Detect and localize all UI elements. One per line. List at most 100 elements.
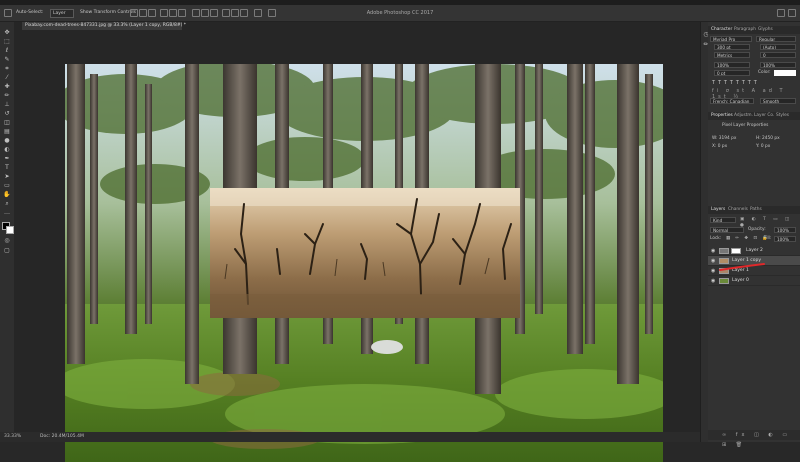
- quick-mask-icon[interactable]: ◎: [3, 238, 11, 244]
- type-tool-icon[interactable]: T: [3, 165, 11, 171]
- search-icon[interactable]: [777, 9, 785, 17]
- tab-paragraph[interactable]: Paragraph: [734, 26, 756, 34]
- blur-tool-icon[interactable]: ●: [3, 138, 11, 144]
- tracking-field[interactable]: 0: [760, 52, 796, 58]
- layer-row[interactable]: ◉ Layer 2: [708, 246, 800, 256]
- eye-icon[interactable]: ◉: [711, 268, 715, 274]
- vertical-scale-field[interactable]: 100%: [714, 62, 750, 68]
- dodge-tool-icon[interactable]: ◐: [3, 147, 11, 153]
- screen-mode-icon[interactable]: ▢: [3, 248, 11, 254]
- font-style-select[interactable]: Regular: [756, 36, 796, 42]
- tab-properties[interactable]: Properties: [711, 112, 733, 120]
- shape-tool-icon[interactable]: ▭: [3, 183, 11, 189]
- antialias-select[interactable]: Smooth: [760, 98, 796, 104]
- zoom-tool-icon[interactable]: ⌕: [3, 201, 11, 207]
- opentype-buttons[interactable]: fi σ st A ad T 1st ½: [712, 88, 796, 100]
- move-tool-icon[interactable]: ✥: [3, 30, 11, 36]
- layer-mask-thumbnail[interactable]: [731, 248, 741, 254]
- language-select[interactable]: French: Canadian: [710, 98, 754, 104]
- prop-y[interactable]: Y: 0 px: [756, 144, 770, 150]
- kerning-field[interactable]: Metrics: [714, 52, 750, 58]
- tab-layer-comps[interactable]: Layer Co.: [754, 112, 774, 120]
- quick-select-tool-icon[interactable]: ✎: [3, 57, 11, 63]
- fill-field[interactable]: 100%: [774, 236, 796, 242]
- forest-photo: [65, 64, 663, 462]
- prop-width[interactable]: W: 3194 px: [712, 136, 736, 142]
- zoom-level[interactable]: 33.33%: [4, 432, 21, 442]
- blend-mode-select[interactable]: Normal: [710, 227, 744, 233]
- properties-title: Pixel Layer Properties: [722, 123, 769, 128]
- tab-paths[interactable]: Paths: [750, 206, 762, 214]
- tab-layers[interactable]: Layers: [711, 206, 725, 214]
- align-right-icon[interactable]: [178, 9, 186, 17]
- leading-field[interactable]: (Auto): [760, 44, 796, 50]
- type-style-buttons[interactable]: TTTTTTTT: [712, 80, 796, 86]
- crop-tool-icon[interactable]: ⌗: [3, 66, 11, 72]
- distribute-vcenter-icon[interactable]: [201, 9, 209, 17]
- align-bottom-icon[interactable]: [148, 9, 156, 17]
- eraser-tool-icon[interactable]: ◫: [3, 120, 11, 126]
- distribute-left-icon[interactable]: [222, 9, 230, 17]
- path-select-tool-icon[interactable]: ➤: [3, 174, 11, 180]
- distribute-top-icon[interactable]: [192, 9, 200, 17]
- auto-select-checkbox-label[interactable]: Auto-Select:: [16, 8, 44, 17]
- workspace: [14, 30, 700, 462]
- clone-stamp-tool-icon[interactable]: ⊥: [3, 102, 11, 108]
- hand-tool-icon[interactable]: ✋: [3, 192, 11, 198]
- auto-select-value: Layer: [53, 11, 66, 16]
- align-hcenter-icon[interactable]: [169, 9, 177, 17]
- tab-adjustments[interactable]: Adjustm.: [734, 112, 753, 120]
- layer-filter-kind[interactable]: Kind: [710, 217, 736, 223]
- show-transform-controls-label[interactable]: Show Transform Controls: [80, 8, 136, 17]
- lasso-tool-icon[interactable]: ℓ: [3, 48, 11, 54]
- marquee-tool-icon[interactable]: ⬚: [3, 39, 11, 45]
- layer-name[interactable]: Layer 2: [746, 248, 763, 254]
- eye-icon[interactable]: ◉: [711, 278, 715, 284]
- prop-x[interactable]: X: 0 px: [712, 144, 727, 150]
- distribute-right-icon[interactable]: [240, 9, 248, 17]
- eye-icon[interactable]: ◉: [711, 248, 715, 254]
- align-vcenter-icon[interactable]: [139, 9, 147, 17]
- opacity-field[interactable]: 100%: [774, 227, 796, 233]
- layer-row[interactable]: ◉ Layer 0: [708, 276, 800, 286]
- baseline-shift-field[interactable]: 0 pt: [714, 70, 750, 76]
- pen-tool-icon[interactable]: ✒: [3, 156, 11, 162]
- eyedropper-tool-icon[interactable]: ⁄: [3, 75, 11, 81]
- auto-align-icon[interactable]: [254, 9, 262, 17]
- align-top-icon[interactable]: [130, 9, 138, 17]
- healing-brush-tool-icon[interactable]: ✚: [3, 84, 11, 90]
- background-color-swatch[interactable]: [6, 226, 14, 234]
- color-label: Color:: [758, 70, 771, 75]
- tab-channels[interactable]: Channels: [728, 206, 748, 214]
- text-color-swatch[interactable]: [774, 70, 796, 76]
- horizontal-scale-field[interactable]: 100%: [760, 62, 796, 68]
- more-tools-icon[interactable]: …: [3, 210, 11, 216]
- 3d-mode-icon[interactable]: [268, 9, 276, 17]
- brush-tool-icon[interactable]: ✏: [3, 93, 11, 99]
- tab-styles[interactable]: Styles: [776, 112, 789, 120]
- layer-filter-buttons[interactable]: ▣ ◐ T ▭ ◫ ●: [740, 217, 796, 228]
- align-left-icon[interactable]: [160, 9, 168, 17]
- distribute-hcenter-icon[interactable]: [231, 9, 239, 17]
- workspace-switcher-icon[interactable]: [788, 9, 796, 17]
- document-canvas[interactable]: [65, 64, 663, 462]
- tab-character[interactable]: Character: [711, 26, 732, 34]
- prop-height[interactable]: H: 2450 px: [756, 136, 780, 142]
- panel-dock: Character Paragraph Glyphs Myriad Pro Re…: [708, 22, 800, 448]
- layer-name[interactable]: Layer 0: [732, 278, 749, 284]
- doc-size-info[interactable]: Doc: 20.4M/105.4M: [40, 432, 84, 442]
- move-tool-preset-icon[interactable]: [4, 9, 12, 17]
- font-family-select[interactable]: Myriad Pro: [710, 36, 752, 42]
- distribute-bottom-icon[interactable]: [210, 9, 218, 17]
- red-annotation-underline: [719, 263, 765, 271]
- document-tab[interactable]: Pixabay.com-dead-trees-847331.jpg @ 33.3…: [22, 22, 186, 30]
- tab-glyphs[interactable]: Glyphs: [758, 26, 773, 34]
- fill-label: Fill:: [764, 236, 772, 241]
- eye-icon[interactable]: ◉: [711, 258, 715, 264]
- layers-footer-buttons[interactable]: ∞ fx ◫ ◐ ▭ ⊞ 🗑: [708, 430, 800, 448]
- font-size-field[interactable]: 300 pt: [714, 44, 750, 50]
- tools-panel: ✥ ⬚ ℓ ✎ ⌗ ⁄ ✚ ✏ ⊥ ↺ ◫ ▤ ● ◐ ✒ T ➤ ▭ ✋ ⌕ …: [0, 22, 15, 432]
- gradient-tool-icon[interactable]: ▤: [3, 129, 11, 135]
- history-brush-tool-icon[interactable]: ↺: [3, 111, 11, 117]
- auto-select-dropdown[interactable]: Layer: [50, 9, 74, 18]
